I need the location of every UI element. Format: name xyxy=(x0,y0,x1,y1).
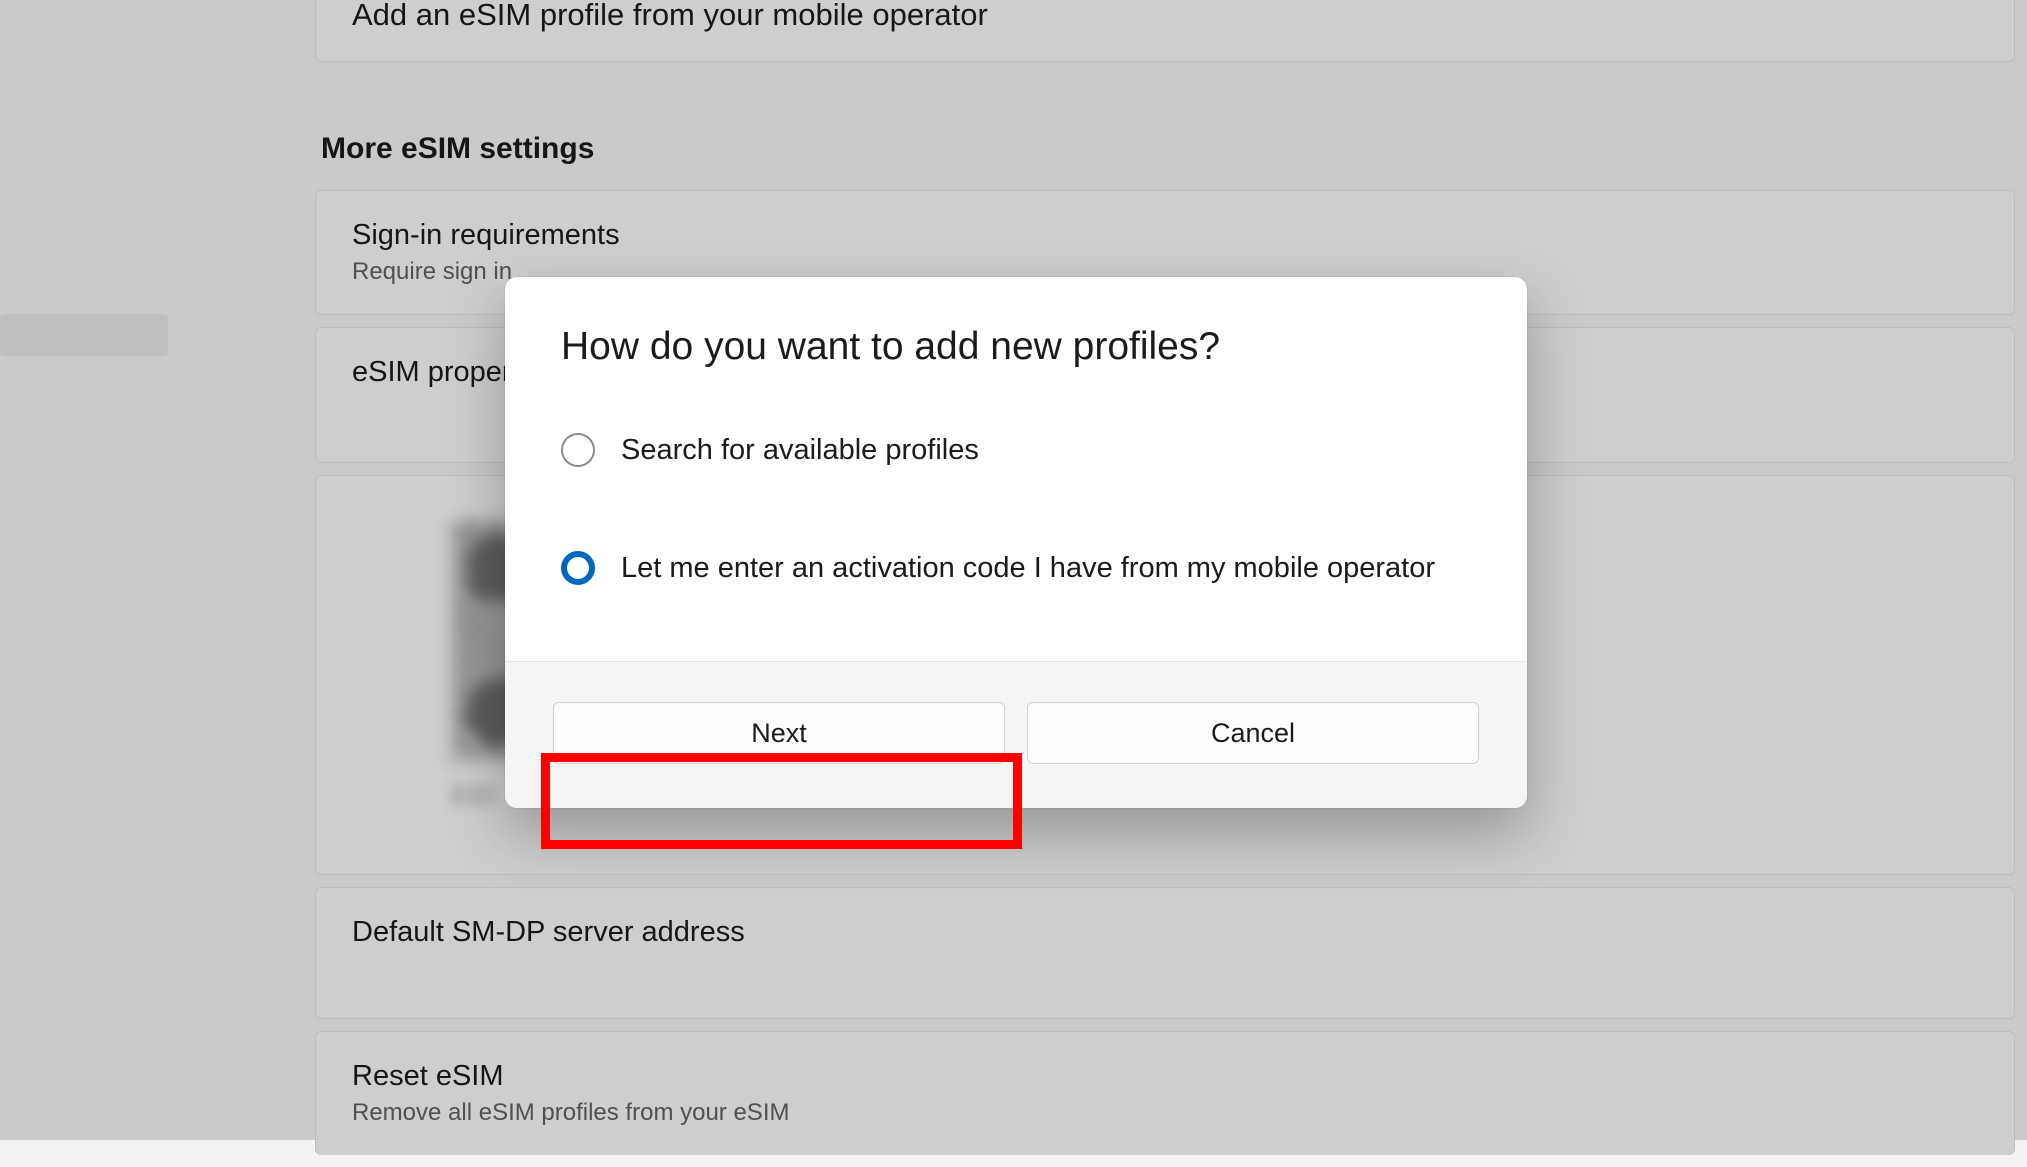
sidebar-selected-item[interactable] xyxy=(0,314,168,356)
reset-esim-card[interactable]: Reset eSIM Remove all eSIM profiles from… xyxy=(315,1031,2015,1155)
signin-title: Sign-in requirements xyxy=(352,219,1978,252)
add-esim-profile-title: Add an eSIM profile from your mobile ope… xyxy=(352,0,1978,33)
smdp-title: Default SM-DP server address xyxy=(352,916,1978,949)
cancel-button[interactable]: Cancel xyxy=(1027,702,1479,764)
add-esim-profile-card[interactable]: Add an eSIM profile from your mobile ope… xyxy=(315,0,2015,62)
next-button[interactable]: Next xyxy=(553,702,1005,764)
add-profile-dialog: How do you want to add new profiles? Sea… xyxy=(505,277,1527,808)
reset-title: Reset eSIM xyxy=(352,1060,1978,1093)
dialog-title: How do you want to add new profiles? xyxy=(561,325,1471,369)
dialog-body: How do you want to add new profiles? Sea… xyxy=(505,277,1527,661)
radio-label: Search for available profiles xyxy=(621,434,979,467)
radio-option-search[interactable]: Search for available profiles xyxy=(561,433,1471,467)
radio-option-activation-code[interactable]: Let me enter an activation code I have f… xyxy=(561,551,1471,585)
more-esim-settings-heading: More eSIM settings xyxy=(321,132,2027,166)
radio-icon xyxy=(561,433,595,467)
radio-label: Let me enter an activation code I have f… xyxy=(621,552,1435,585)
smdp-address-card[interactable]: Default SM-DP server address xyxy=(315,887,2015,1019)
radio-icon-selected xyxy=(561,551,595,585)
reset-subtitle: Remove all eSIM profiles from your eSIM xyxy=(352,1099,1978,1127)
dialog-footer: Next Cancel xyxy=(505,661,1527,808)
